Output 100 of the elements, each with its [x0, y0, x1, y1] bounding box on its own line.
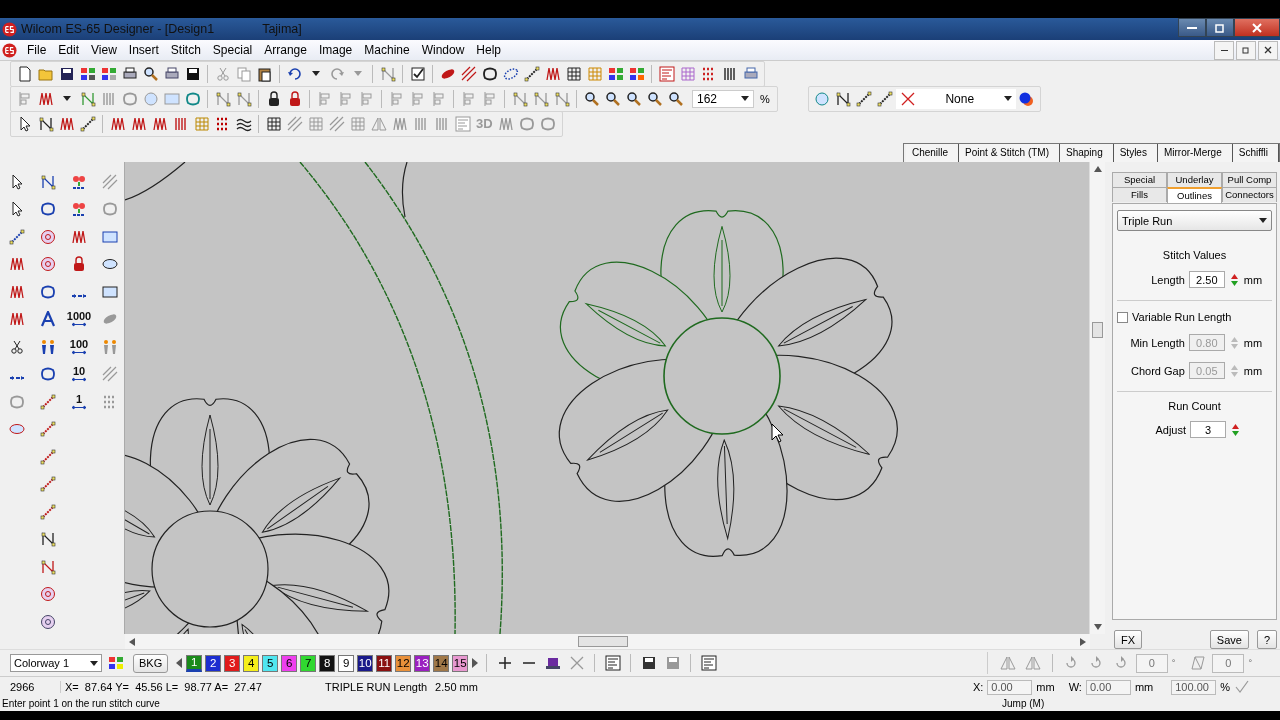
color-swatch[interactable]: 10: [357, 654, 374, 672]
wheel-icon[interactable]: [40, 256, 56, 273]
bars-icon[interactable]: [721, 65, 738, 82]
scroll-left-icon[interactable]: [129, 637, 135, 646]
node-path-icon[interactable]: [511, 90, 528, 107]
length-field[interactable]: 2.50: [1188, 271, 1225, 288]
grid-icon[interactable]: [265, 115, 282, 132]
shape-icon[interactable]: [481, 65, 498, 82]
plus-icon[interactable]: [496, 655, 513, 671]
zigzag-icon[interactable]: [109, 115, 126, 132]
pointer-icon[interactable]: [9, 173, 25, 190]
tool-tab[interactable]: Chenille: [905, 144, 960, 162]
floppy-icon[interactable]: [640, 655, 657, 671]
background-button[interactable]: BKG: [133, 653, 169, 673]
color-swatch[interactable]: 1: [186, 654, 203, 672]
pointer-icon[interactable]: [9, 201, 25, 218]
property-tab[interactable]: Fills: [1112, 187, 1167, 202]
scrollbar-thumb[interactable]: [1092, 322, 1103, 338]
printer-icon[interactable]: [742, 65, 759, 82]
menu-item[interactable]: Machine: [358, 43, 416, 57]
zigzag-icon[interactable]: [71, 228, 87, 245]
menu-item[interactable]: Insert: [122, 43, 165, 57]
node-path-icon[interactable]: [40, 558, 56, 575]
node-line-icon[interactable]: [9, 228, 25, 245]
swatches-icon[interactable]: [607, 65, 624, 82]
help-button[interactable]: ?: [1256, 630, 1277, 649]
magnifier-icon[interactable]: [583, 90, 600, 107]
magnifier-icon[interactable]: [646, 90, 663, 107]
tool-tab[interactable]: Point & Stitch (TM): [959, 144, 1060, 162]
zigzag-icon[interactable]: [151, 115, 168, 132]
swatches-icon[interactable]: [79, 65, 96, 82]
scale-field[interactable]: 100.00: [1171, 679, 1217, 695]
stitch-step-button[interactable]: 1000: [68, 308, 90, 331]
rectangle-icon[interactable]: [102, 228, 118, 245]
node-path-icon[interactable]: [379, 65, 396, 82]
stitch-type-dropdown[interactable]: Triple Run: [1117, 210, 1272, 231]
tool-tab[interactable]: Styles: [1113, 144, 1158, 162]
fx-button[interactable]: FX: [1114, 630, 1143, 649]
node-line-icon[interactable]: [40, 421, 56, 438]
swatches-icon[interactable]: [100, 65, 117, 82]
stitch-step-button[interactable]: 100: [68, 335, 90, 358]
node-line-icon[interactable]: [79, 115, 96, 132]
scissors-icon[interactable]: [9, 338, 25, 355]
undo-icon[interactable]: [286, 65, 303, 82]
close-button[interactable]: [1258, 40, 1278, 60]
node-path-icon[interactable]: [235, 90, 252, 107]
rotation-field[interactable]: 0: [1135, 653, 1168, 673]
zigzag-icon[interactable]: [9, 311, 25, 328]
color-swatch[interactable]: 15: [452, 654, 469, 672]
shape-icon[interactable]: [40, 283, 56, 300]
wheel-icon[interactable]: [40, 228, 56, 245]
menu-item[interactable]: Special: [206, 43, 259, 57]
node-line-icon[interactable]: [523, 65, 540, 82]
zigzag-icon[interactable]: [58, 115, 75, 132]
horizontal-scrollbar[interactable]: [125, 634, 1090, 649]
list-icon[interactable]: [604, 655, 621, 671]
scroll-up-icon[interactable]: [1093, 166, 1102, 172]
colorway-dropdown[interactable]: Colorway 1: [10, 654, 102, 672]
menu-item[interactable]: File: [21, 43, 53, 57]
tool-tab[interactable]: Shaping: [1060, 144, 1114, 162]
property-tab[interactable]: Special: [1112, 172, 1167, 187]
floppy-icon[interactable]: [58, 65, 75, 82]
color-swatch[interactable]: 4: [243, 654, 260, 672]
shape-icon[interactable]: [40, 366, 56, 383]
tool-tab[interactable]: Schiffli: [1232, 144, 1279, 162]
tool-tab[interactable]: Mirror-Merge: [1157, 144, 1233, 162]
magnifier-icon[interactable]: [625, 90, 642, 107]
menu-item[interactable]: Image: [312, 43, 359, 57]
property-tab[interactable]: Connectors: [1222, 187, 1277, 202]
node-line-icon[interactable]: [40, 503, 56, 520]
zigzag-icon[interactable]: [544, 65, 561, 82]
list-icon[interactable]: [658, 65, 675, 82]
wheel-icon[interactable]: [40, 613, 56, 630]
save-button[interactable]: Save: [1209, 630, 1249, 649]
color-swatch[interactable]: 13: [414, 654, 431, 672]
color-swatch[interactable]: 12: [395, 654, 412, 672]
menu-item[interactable]: Help: [470, 43, 507, 57]
color-swatch[interactable]: 5: [262, 654, 279, 672]
zigzag-icon[interactable]: [9, 283, 25, 300]
flowers-icon[interactable]: [71, 173, 87, 190]
spinner-arrows-icon[interactable]: [1228, 271, 1240, 288]
menu-item[interactable]: Stitch: [164, 43, 207, 57]
property-tab[interactable]: Underlay: [1167, 172, 1222, 187]
slant-field[interactable]: 0: [1212, 653, 1245, 673]
node-line-icon[interactable]: [40, 393, 56, 410]
x-field[interactable]: 0.00: [987, 679, 1033, 695]
node-line-icon[interactable]: [856, 90, 873, 107]
printer-icon[interactable]: [163, 65, 180, 82]
property-tab[interactable]: Pull Comp: [1222, 172, 1277, 187]
wheel-icon[interactable]: [40, 586, 56, 603]
vertical-scrollbar[interactable]: [1089, 162, 1105, 634]
letter-icon[interactable]: [40, 311, 56, 328]
document-icon[interactable]: [16, 65, 33, 82]
color-circles-icon[interactable]: [1018, 90, 1035, 107]
color-swatch[interactable]: 7: [300, 654, 317, 672]
node-path-icon[interactable]: [37, 115, 54, 132]
restore-button[interactable]: [1206, 18, 1234, 37]
scroll-right-icon[interactable]: [1080, 637, 1086, 646]
magnifier-icon[interactable]: [142, 65, 159, 82]
menu-item[interactable]: Window: [415, 43, 471, 57]
